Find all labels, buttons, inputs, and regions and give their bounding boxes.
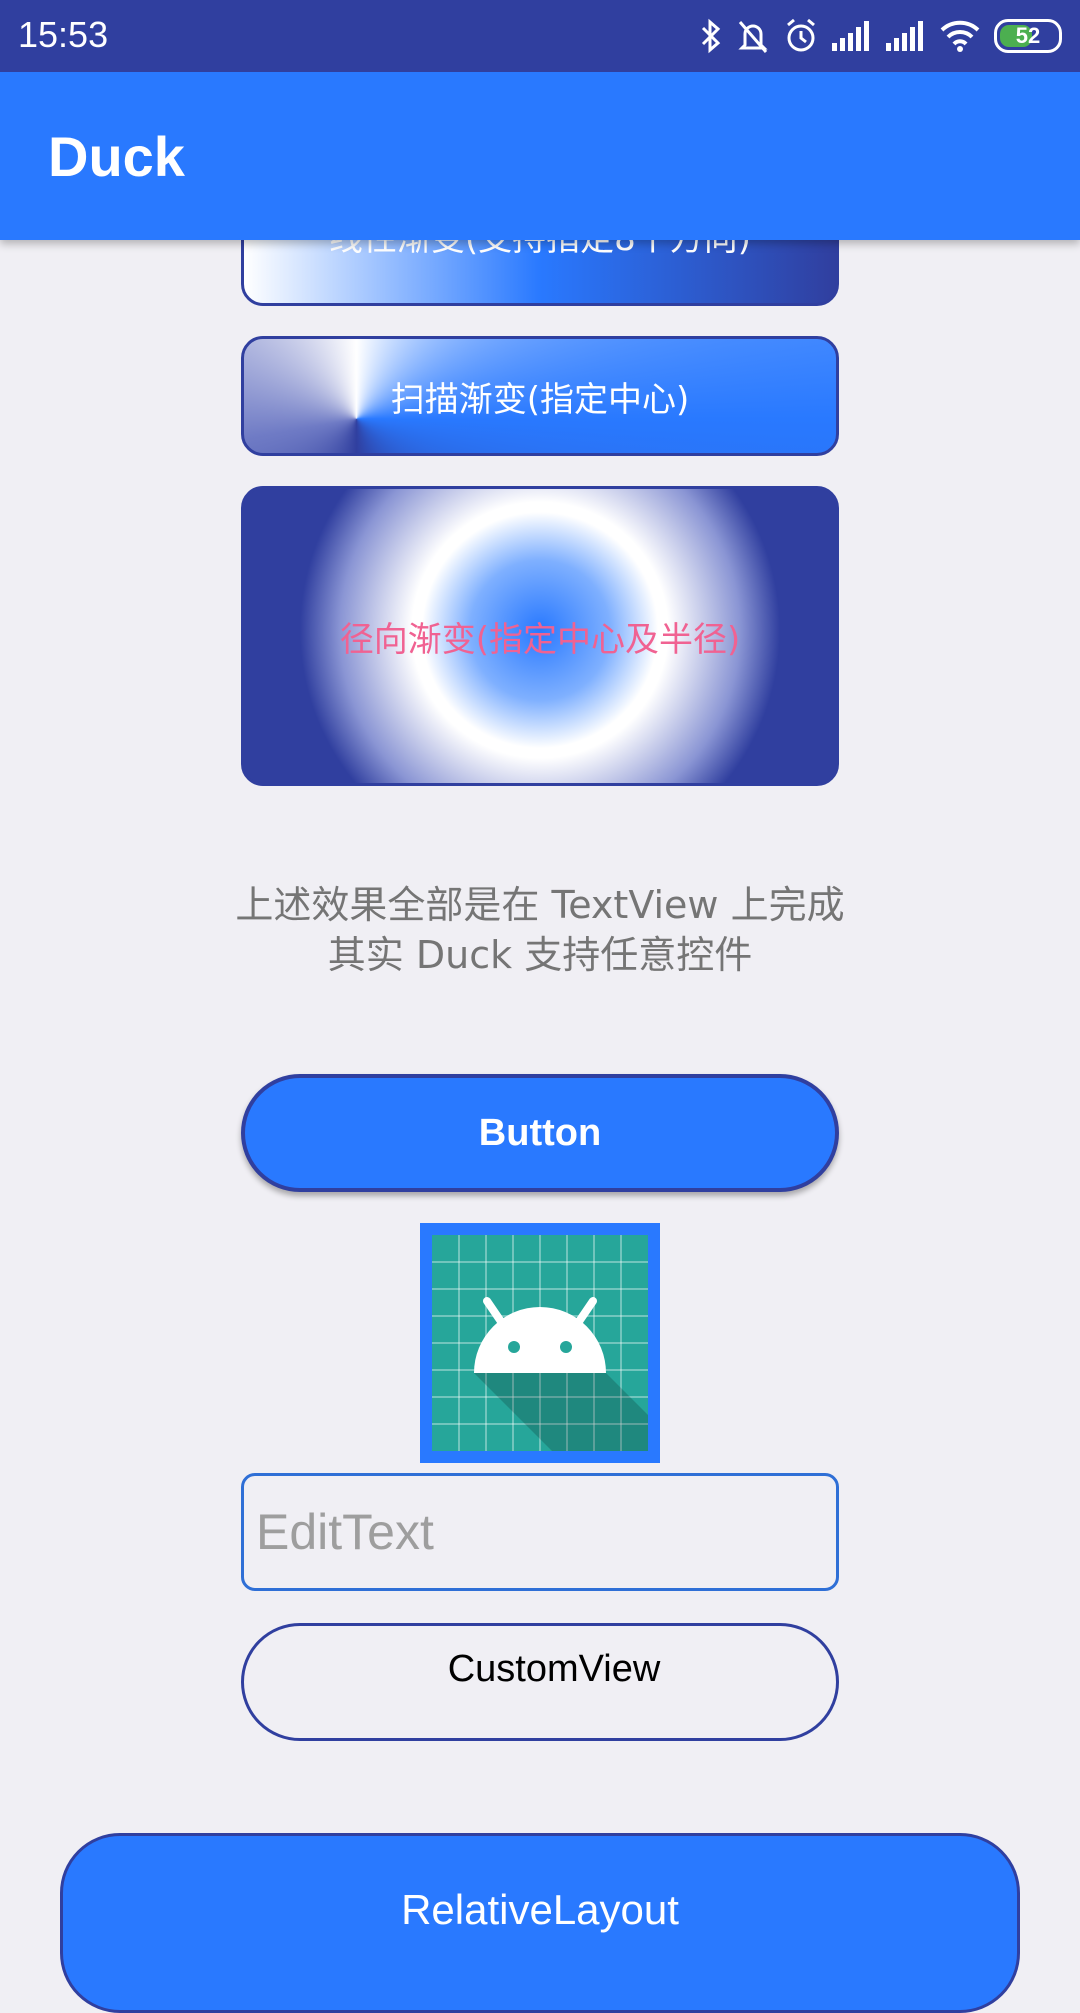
custom-view[interactable]: CustomView	[241, 1623, 839, 1741]
radial-gradient-label: 径向渐变(指定中心及半径)	[339, 619, 741, 660]
battery-icon: 52	[994, 19, 1062, 53]
battery-percent: 52	[1015, 23, 1041, 48]
android-logo-icon	[432, 1235, 648, 1451]
android-image-view	[420, 1223, 660, 1463]
status-time: 15:53	[18, 14, 109, 55]
sample-button[interactable]: Button	[241, 1074, 839, 1192]
mute-icon	[738, 21, 768, 53]
custom-view-label: CustomView	[447, 1648, 661, 1690]
description-line-1: 上述效果全部是在 TextView 上完成	[235, 883, 845, 927]
app-title: Duck	[48, 125, 185, 188]
relative-layout-label: RelativeLayout	[401, 1886, 679, 1933]
sweep-gradient-textview: 扫描渐变(指定中心)	[241, 336, 839, 456]
description-line-2: 其实 Duck 支持任意控件	[327, 933, 753, 977]
bluetooth-icon	[701, 18, 721, 54]
edit-text-field[interactable]: EditText	[241, 1473, 839, 1591]
description-text: 上述效果全部是在 TextView 上完成 其实 Duck 支持任意控件	[0, 880, 1080, 980]
alarm-icon	[787, 18, 815, 52]
relative-layout[interactable]: RelativeLayout	[60, 1833, 1020, 2013]
status-bar: 15:53 52	[0, 0, 1080, 72]
edit-text-hint: EditText	[256, 1504, 434, 1560]
sweep-gradient-label: 扫描渐变(指定中心)	[390, 379, 690, 420]
signal-icon	[886, 21, 923, 51]
radial-gradient-textview: 径向渐变(指定中心及半径)	[241, 486, 839, 786]
status-icons: 52	[700, 16, 1062, 56]
scroll-content[interactable]: 线性渐变(支持指定8个方向) 扫描渐变(指定中心) 径向渐变(指定中心及半径) …	[0, 0, 1080, 2013]
wifi-icon	[940, 20, 980, 52]
signal-icon	[832, 21, 869, 51]
app-bar: Duck	[0, 72, 1080, 240]
